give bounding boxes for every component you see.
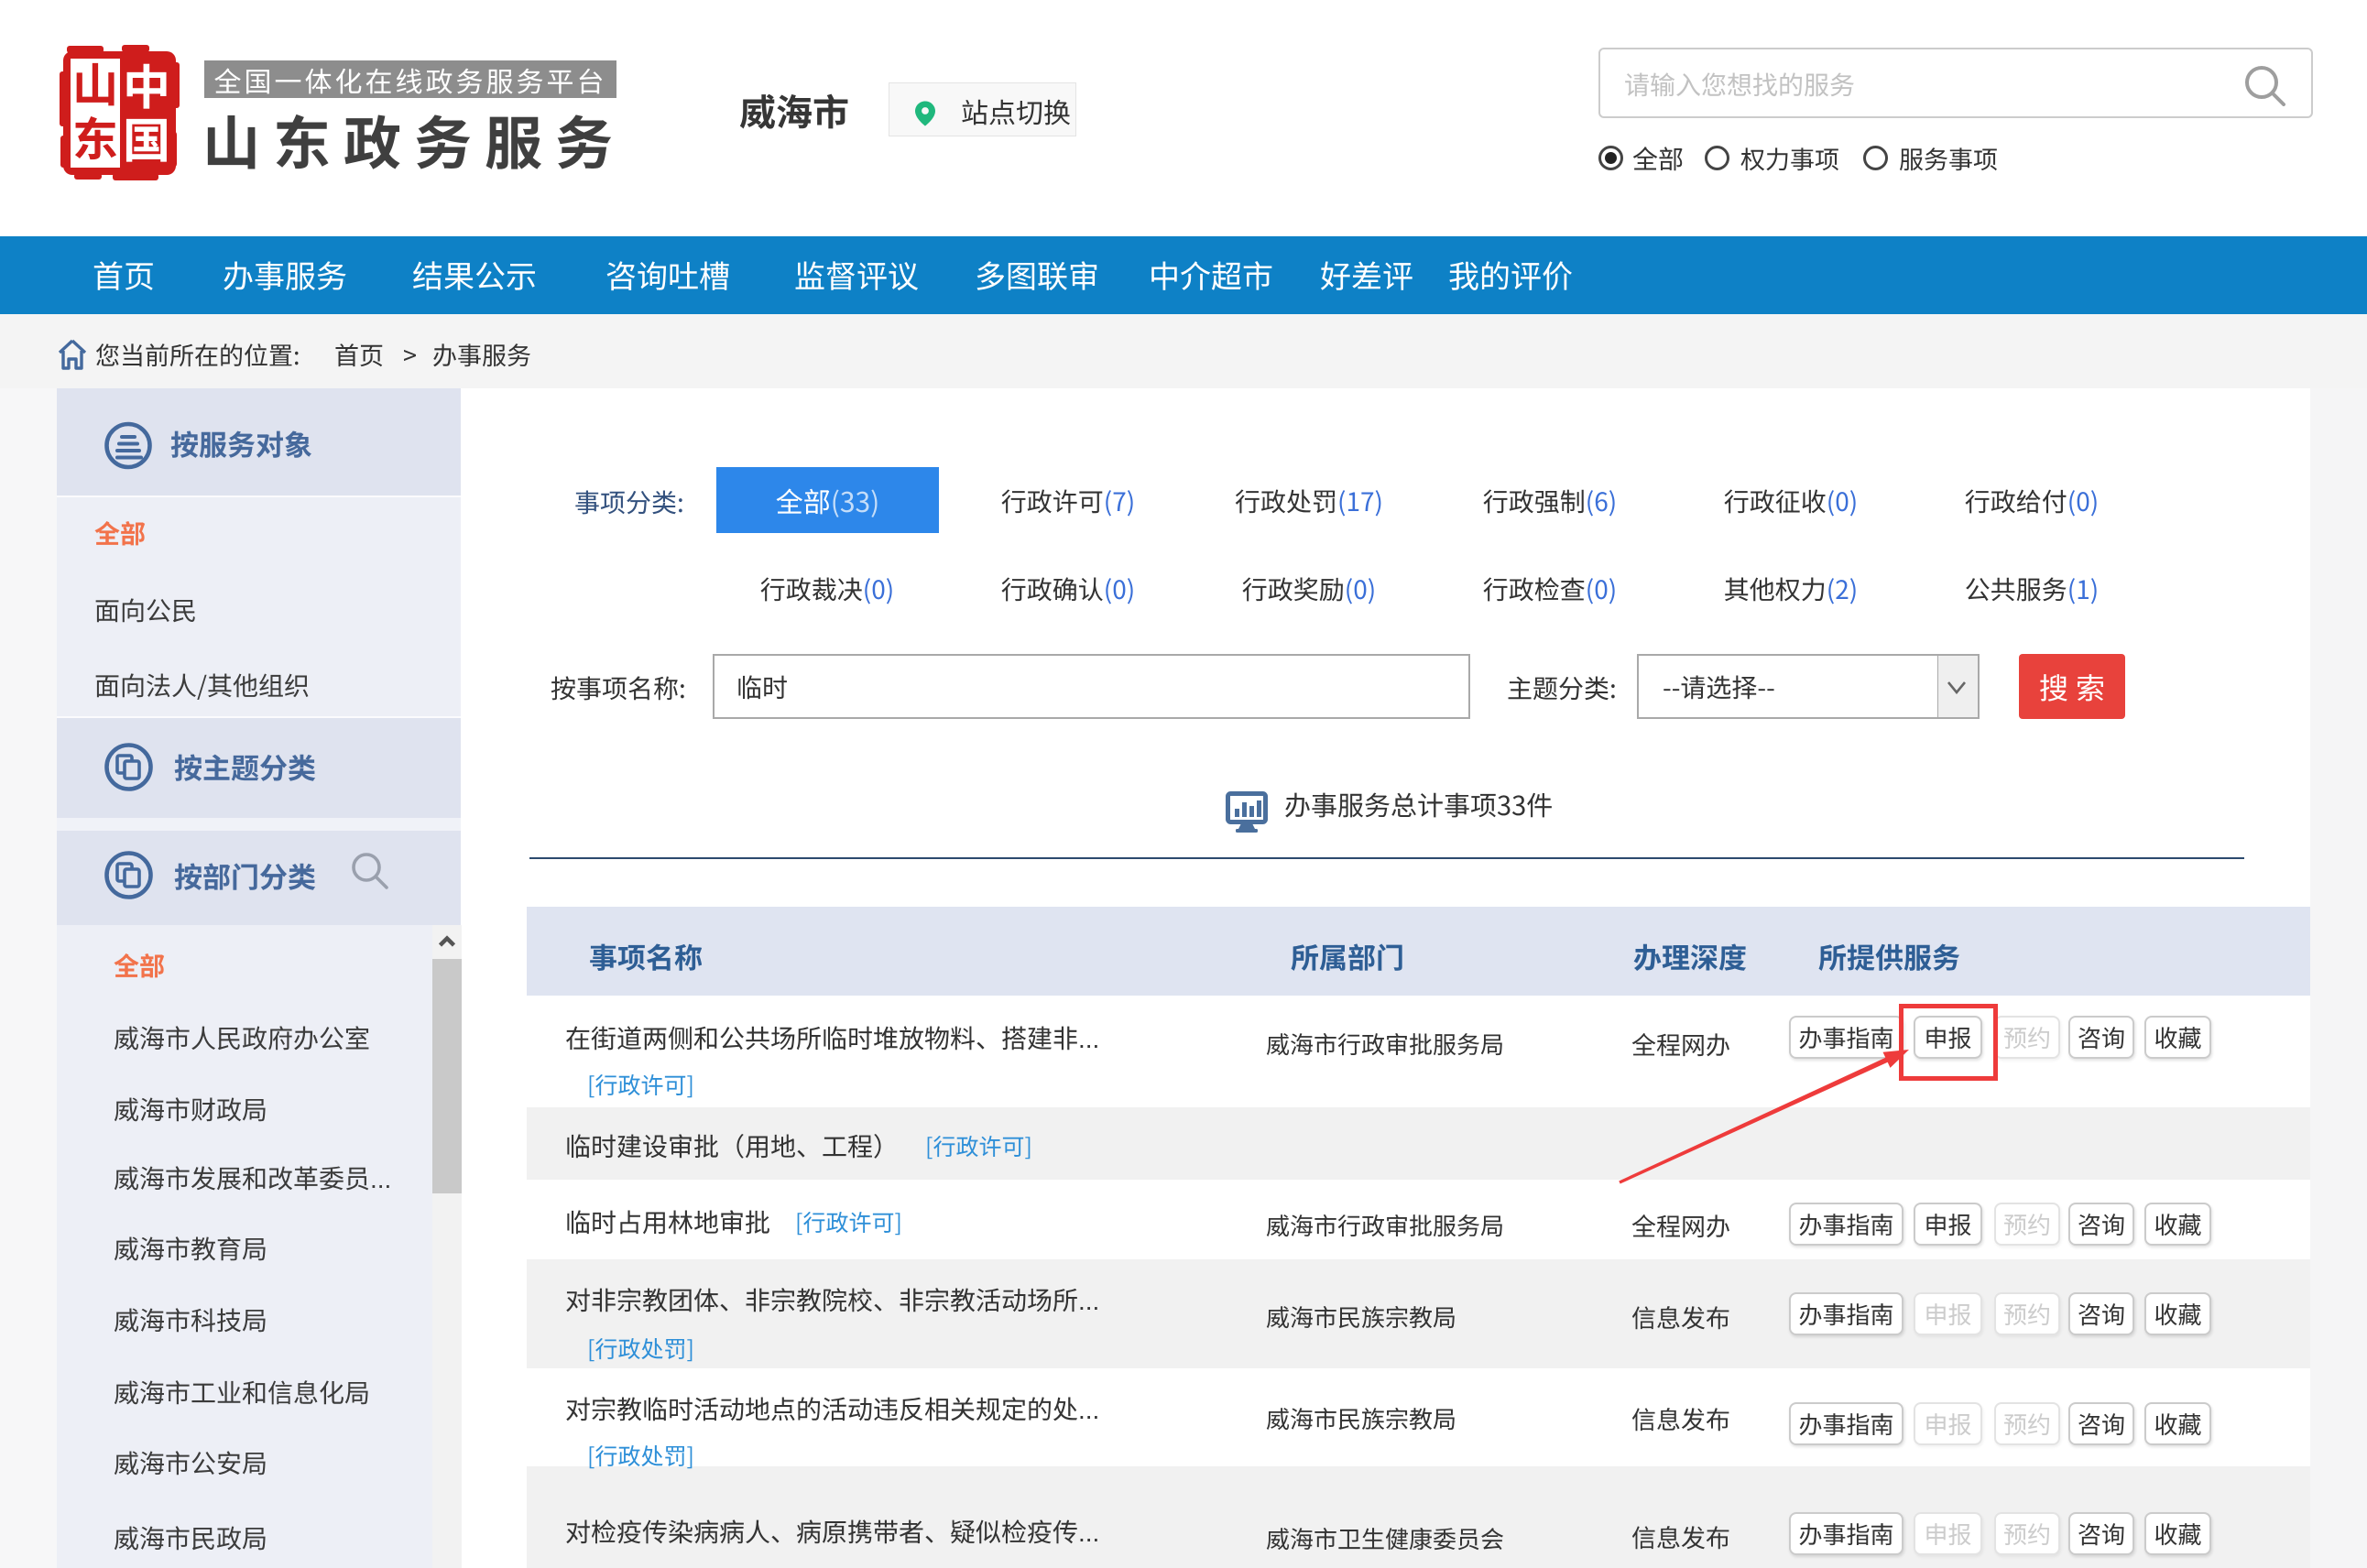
svg-text:东: 东	[72, 103, 118, 169]
svg-text:国: 国	[123, 103, 170, 171]
